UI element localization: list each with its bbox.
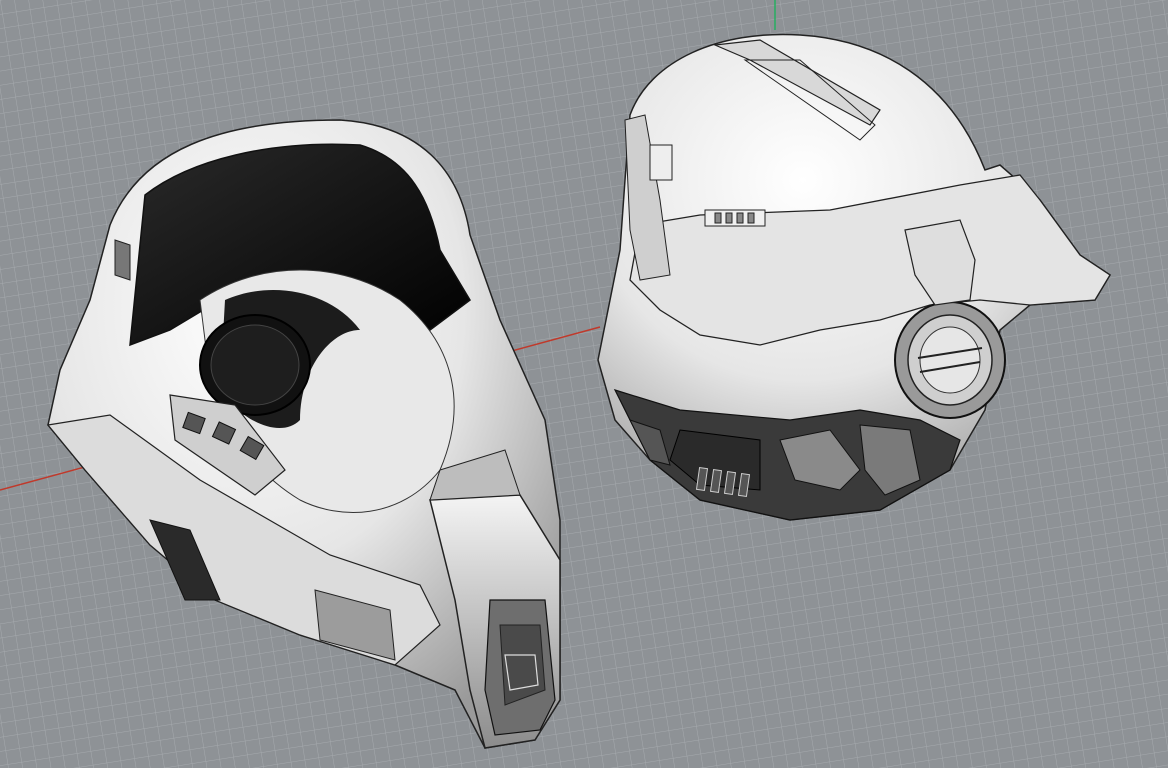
viewport-canvas[interactable] [0, 0, 1168, 768]
3d-viewport[interactable] [0, 0, 1168, 768]
